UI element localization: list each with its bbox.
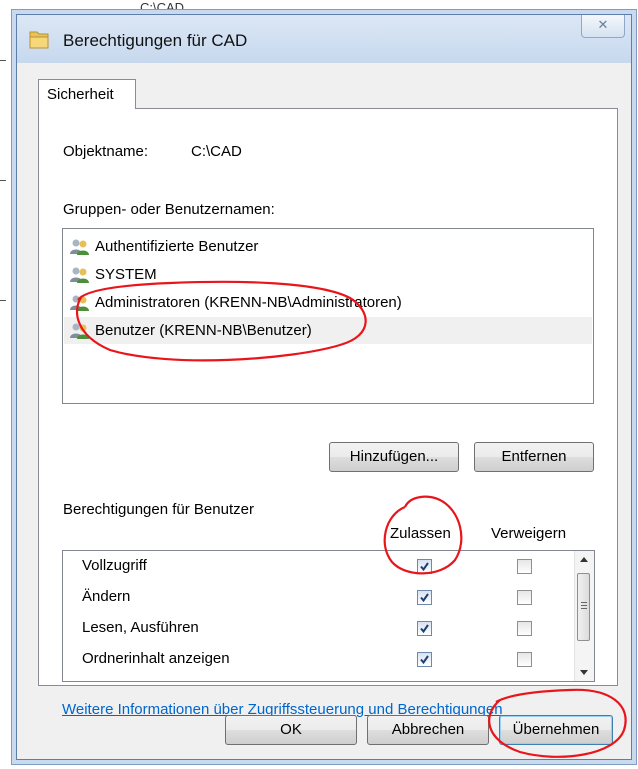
scroll-thumb[interactable] bbox=[577, 573, 590, 641]
scroll-down-icon[interactable] bbox=[580, 670, 588, 675]
allow-checkbox[interactable] bbox=[417, 590, 432, 605]
permissions-list[interactable]: Ordnerinhalt anzeigen Lesen, Ausführen Änd… bbox=[62, 550, 595, 682]
allow-checkbox[interactable] bbox=[417, 559, 432, 574]
permission-name: Ordnerinhalt anzeigen bbox=[82, 650, 230, 667]
scroll-up-icon[interactable] bbox=[580, 557, 588, 562]
table-row: Ordnerinhalt anzeigen bbox=[63, 644, 563, 675]
allow-checkbox[interactable] bbox=[417, 621, 432, 636]
table-row: Lesen, Ausführen bbox=[63, 613, 563, 644]
list-item[interactable]: Administratoren (KRENN-NB\Administratore… bbox=[69, 289, 402, 316]
permission-name: Ändern bbox=[82, 588, 131, 605]
background-edge bbox=[0, 180, 6, 181]
dialog-content: Sicherheit Objektname: C:\CAD Gruppen- o… bbox=[17, 63, 631, 759]
groups-listbox[interactable]: Authentifizierte Benutzer SYSTEM Administr… bbox=[62, 228, 594, 404]
close-button[interactable]: ✕ bbox=[581, 15, 625, 38]
table-row: Ändern bbox=[63, 582, 563, 613]
apply-button[interactable]: Übernehmen bbox=[499, 715, 613, 745]
table-row-partial bbox=[63, 675, 563, 681]
window-title: Berechtigungen für CAD bbox=[63, 31, 248, 50]
user-group-icon bbox=[70, 295, 89, 311]
object-name-value: C:\CAD bbox=[191, 143, 242, 160]
list-item[interactable]: Benutzer (KRENN-NB\Benutzer) bbox=[64, 317, 592, 344]
object-name-label: Objektname: bbox=[63, 143, 149, 160]
title-bar[interactable]: Berechtigungen für CAD ✕ bbox=[17, 15, 631, 63]
folder-icon bbox=[29, 31, 49, 49]
permission-name: Lesen, Ausführen bbox=[82, 619, 199, 636]
table-row: Vollzugriff bbox=[63, 551, 563, 582]
remove-button[interactable]: Entfernen bbox=[474, 442, 594, 472]
deny-checkbox[interactable] bbox=[517, 559, 532, 574]
security-panel: Objektname: C:\CAD Gruppen- oder Benutze… bbox=[38, 108, 618, 718]
user-group-icon bbox=[70, 239, 89, 255]
background-edge bbox=[0, 300, 6, 301]
ok-button[interactable]: OK bbox=[225, 715, 357, 745]
allow-checkbox[interactable] bbox=[417, 652, 432, 667]
allow-column-header: Zulassen bbox=[390, 525, 451, 542]
background-edge bbox=[0, 60, 6, 61]
deny-checkbox[interactable] bbox=[517, 621, 532, 636]
user-group-icon bbox=[70, 323, 89, 339]
deny-column-header: Verweigern bbox=[491, 525, 567, 542]
deny-checkbox[interactable] bbox=[517, 590, 532, 605]
permissions-scrollbar[interactable] bbox=[574, 551, 594, 681]
close-icon: ✕ bbox=[597, 17, 609, 32]
user-group-icon bbox=[70, 267, 89, 283]
permissions-label: Berechtigungen für Benutzer bbox=[63, 501, 254, 518]
list-item-label: Authentifizierte Benutzer bbox=[95, 238, 259, 255]
list-item[interactable]: Authentifizierte Benutzer bbox=[69, 233, 258, 260]
groups-label: Gruppen- oder Benutzernamen: bbox=[63, 201, 275, 218]
background-window-text: C:\CAD bbox=[140, 0, 185, 15]
list-item-label: Administratoren (KRENN-NB\Administratore… bbox=[95, 294, 402, 311]
list-item-label: SYSTEM bbox=[95, 266, 157, 283]
list-item-label: Benutzer (KRENN-NB\Benutzer) bbox=[95, 322, 312, 339]
deny-checkbox[interactable] bbox=[517, 652, 532, 667]
permissions-dialog: Berechtigungen für CAD ✕ Sicherheit Obje… bbox=[16, 14, 632, 760]
permission-name: Vollzugriff bbox=[82, 557, 147, 574]
list-item[interactable]: SYSTEM bbox=[69, 261, 157, 288]
tab-security[interactable]: Sicherheit bbox=[38, 79, 136, 109]
cancel-button[interactable]: Abbrechen bbox=[367, 715, 489, 745]
add-button[interactable]: Hinzufügen... bbox=[329, 442, 459, 472]
